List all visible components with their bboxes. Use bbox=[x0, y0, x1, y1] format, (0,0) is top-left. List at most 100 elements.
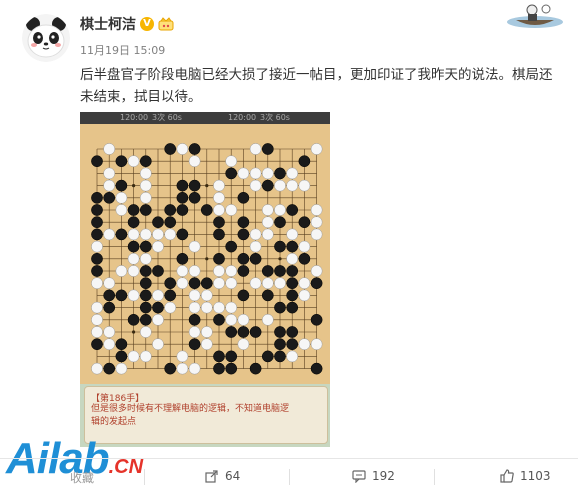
black-stone bbox=[176, 204, 189, 216]
like-button[interactable]: 1103 bbox=[500, 469, 551, 483]
white-stone bbox=[249, 179, 262, 192]
black-stone bbox=[152, 216, 164, 229]
black-stone bbox=[274, 167, 286, 180]
black-stone bbox=[286, 240, 299, 253]
black-stone bbox=[286, 265, 299, 277]
white-stone bbox=[115, 362, 128, 375]
white-stone bbox=[286, 179, 299, 192]
share-count: 64 bbox=[225, 469, 241, 483]
white-stone bbox=[274, 179, 286, 192]
black-stone bbox=[188, 143, 201, 155]
white-stone bbox=[103, 338, 116, 351]
black-stone bbox=[91, 228, 103, 241]
white-stone bbox=[249, 167, 262, 180]
black-stone bbox=[213, 228, 225, 241]
white-stone bbox=[200, 289, 213, 302]
timer-left: 120:00 bbox=[120, 113, 149, 122]
black-stone bbox=[213, 350, 225, 363]
black-stone bbox=[139, 204, 152, 216]
black-stone bbox=[225, 350, 238, 363]
black-stone bbox=[286, 338, 299, 351]
black-stone bbox=[115, 228, 128, 241]
black-stone bbox=[139, 289, 152, 302]
white-stone bbox=[298, 179, 311, 192]
black-stone bbox=[225, 362, 238, 375]
black-stone bbox=[249, 252, 262, 265]
white-stone bbox=[139, 326, 152, 338]
white-stone bbox=[261, 228, 274, 241]
comment-button[interactable]: 192 bbox=[352, 469, 395, 483]
black-stone bbox=[91, 204, 103, 216]
black-stone bbox=[188, 338, 201, 351]
post-image[interactable]: 120:00 3次 60s 120:00 3次 60s 【第186手】 但是很多… bbox=[80, 112, 330, 447]
white-stone bbox=[310, 143, 323, 155]
black-stone bbox=[139, 313, 152, 326]
share-button[interactable]: 64 bbox=[205, 469, 240, 483]
white-stone bbox=[200, 338, 213, 351]
white-stone bbox=[286, 350, 299, 363]
black-stone bbox=[237, 265, 250, 277]
white-stone bbox=[127, 289, 140, 302]
timer-left-extra: 3次 60s bbox=[152, 113, 182, 122]
white-stone bbox=[176, 265, 189, 277]
black-stone bbox=[164, 277, 177, 290]
white-stone bbox=[237, 338, 250, 351]
black-stone bbox=[200, 277, 213, 290]
black-stone bbox=[164, 204, 177, 216]
timer-bar: 120:00 3次 60s 120:00 3次 60s bbox=[80, 112, 330, 124]
black-stone bbox=[225, 326, 238, 338]
black-stone bbox=[286, 204, 299, 216]
username[interactable]: 棋士柯洁 bbox=[80, 14, 136, 34]
black-stone bbox=[139, 240, 152, 253]
white-stone bbox=[152, 338, 164, 351]
white-stone bbox=[164, 301, 177, 314]
collect-button[interactable]: 收藏 bbox=[70, 469, 94, 486]
white-stone bbox=[213, 204, 225, 216]
black-stone bbox=[188, 277, 201, 290]
white-stone bbox=[188, 240, 201, 253]
post-timestamp[interactable]: 11月19日 15:09 bbox=[80, 42, 165, 58]
decoration-illustration bbox=[507, 4, 563, 28]
white-stone bbox=[249, 277, 262, 290]
white-stone bbox=[127, 155, 140, 168]
like-count: 1103 bbox=[520, 469, 551, 483]
black-stone bbox=[237, 216, 250, 229]
white-stone bbox=[225, 204, 238, 216]
white-stone bbox=[91, 326, 103, 338]
white-stone bbox=[310, 265, 323, 277]
black-stone bbox=[298, 252, 311, 265]
white-stone bbox=[213, 301, 225, 314]
white-stone bbox=[139, 228, 152, 241]
black-stone bbox=[115, 289, 128, 302]
black-stone bbox=[164, 362, 177, 375]
white-stone bbox=[152, 228, 164, 241]
black-stone bbox=[274, 240, 286, 253]
black-stone bbox=[310, 313, 323, 326]
white-stone bbox=[152, 240, 164, 253]
black-stone bbox=[274, 326, 286, 338]
white-stone bbox=[286, 167, 299, 180]
black-stone bbox=[274, 350, 286, 363]
black-stone bbox=[127, 313, 140, 326]
black-stone bbox=[91, 155, 103, 168]
black-stone bbox=[164, 289, 177, 302]
avatar[interactable] bbox=[22, 14, 70, 62]
white-stone bbox=[298, 240, 311, 253]
white-stone bbox=[91, 277, 103, 290]
white-stone bbox=[213, 191, 225, 204]
black-stone bbox=[225, 240, 238, 253]
white-stone bbox=[188, 265, 201, 277]
white-stone bbox=[213, 277, 225, 290]
black-stone bbox=[274, 265, 286, 277]
black-stone bbox=[237, 228, 250, 241]
white-stone bbox=[249, 240, 262, 253]
black-stone bbox=[103, 301, 116, 314]
white-stone bbox=[188, 326, 201, 338]
white-stone bbox=[213, 179, 225, 192]
white-stone bbox=[103, 277, 116, 290]
white-stone bbox=[213, 265, 225, 277]
black-stone bbox=[286, 301, 299, 314]
white-stone bbox=[91, 362, 103, 375]
white-stone bbox=[139, 191, 152, 204]
black-stone bbox=[225, 167, 238, 180]
